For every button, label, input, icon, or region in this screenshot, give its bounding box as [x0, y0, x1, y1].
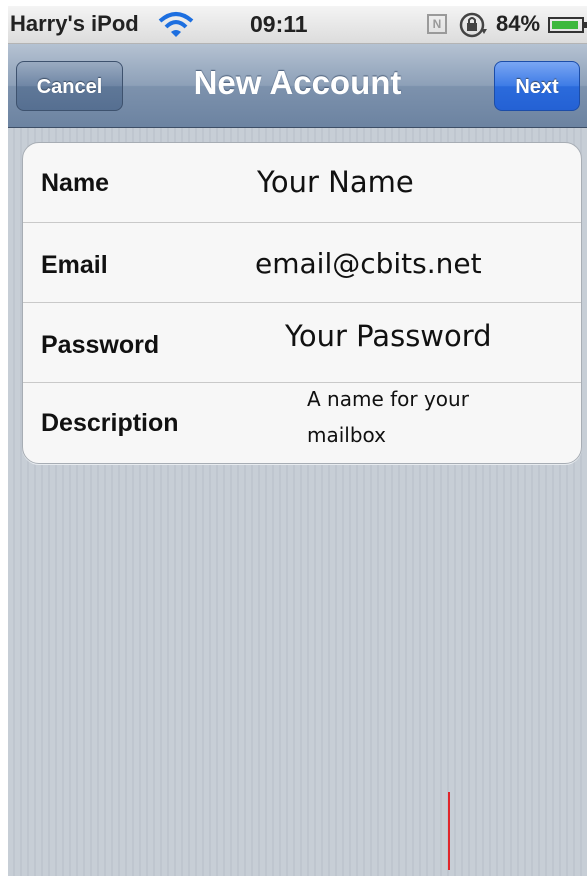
lock-rotation-icon [459, 12, 487, 38]
account-form: Name Your Name Email email@cbits.net Pas… [22, 142, 582, 464]
red-marker-line [448, 792, 450, 870]
form-row-password[interactable]: Password Your Password [23, 303, 581, 383]
description-field-line1[interactable]: A name for your [307, 387, 469, 411]
carrier-name: Harry's iPod [10, 11, 139, 36]
form-row-description[interactable]: Description A name for your mailbox [23, 383, 581, 463]
n-icon: N [427, 14, 447, 34]
form-row-email[interactable]: Email email@cbits.net [23, 223, 581, 303]
battery-icon [548, 17, 587, 33]
password-label: Password [41, 331, 160, 359]
password-field[interactable]: Your Password [285, 319, 492, 353]
wifi-icon [158, 12, 194, 37]
navigation-bar: Cancel New Account Next [8, 44, 587, 128]
battery-percent: 84% [496, 11, 541, 36]
name-label: Name [41, 169, 110, 197]
next-button[interactable]: Next [494, 61, 580, 111]
description-field-line2[interactable]: mailbox [307, 423, 386, 447]
email-field[interactable]: email@cbits.net [255, 247, 482, 280]
iphone-screen: Harry's iPod 09:11 N 84% Cancel New Acco… [8, 6, 587, 876]
status-bar: Harry's iPod 09:11 N 84% [8, 6, 587, 44]
form-row-name[interactable]: Name Your Name [23, 143, 581, 223]
status-time: 09:11 [250, 11, 308, 37]
email-label: Email [41, 251, 108, 279]
name-field[interactable]: Your Name [257, 165, 414, 199]
description-label: Description [41, 409, 179, 437]
